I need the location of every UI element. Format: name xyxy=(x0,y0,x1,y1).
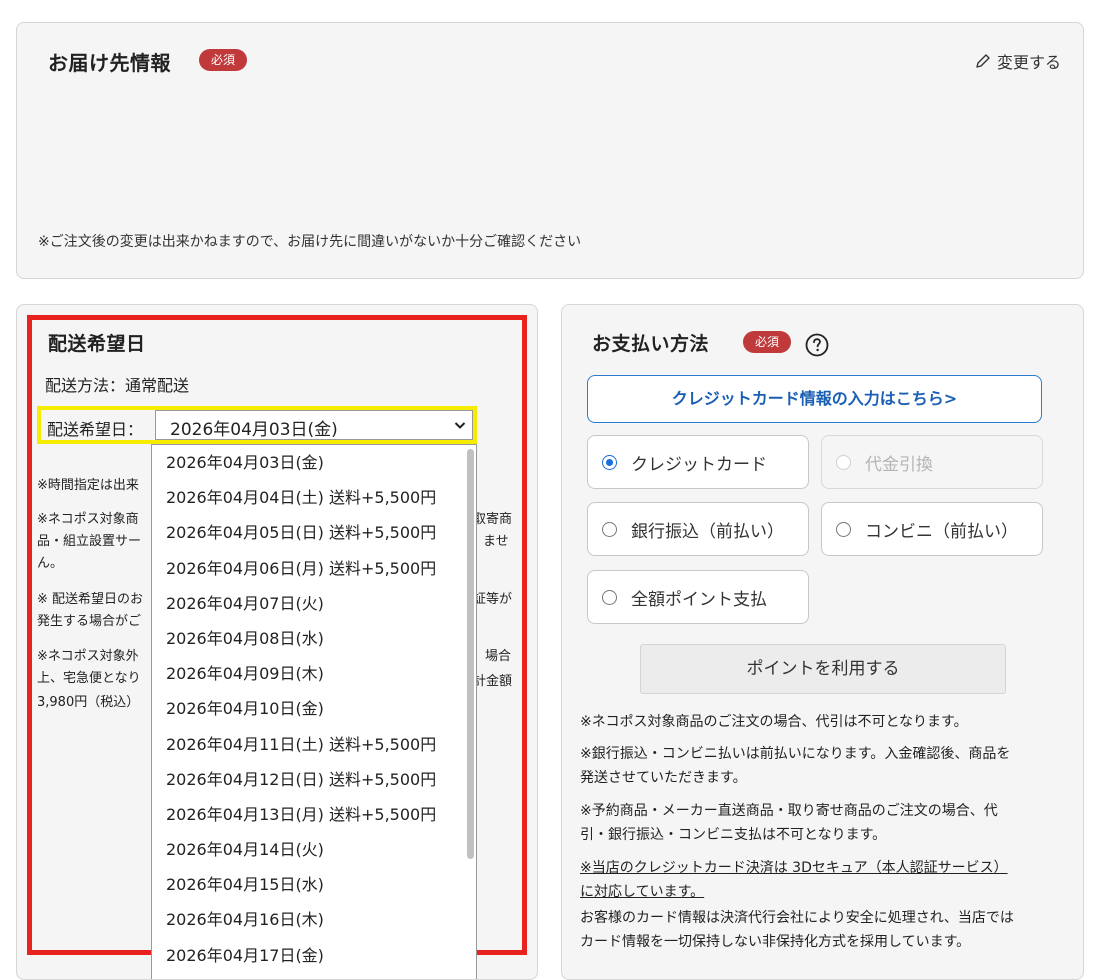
payment-note-line: ※ネコポス対象商品のご注文の場合、代引は不可となります。 xyxy=(580,714,968,730)
payment-note-line: カード情報を一切保持しない非保持化方式を採用しています。 xyxy=(580,934,971,950)
change-address-label: 変更する xyxy=(996,53,1061,72)
delivery-date-option[interactable]: 2026年04月17日(金) xyxy=(152,938,476,973)
question-circle-icon[interactable] xyxy=(805,333,829,357)
payment-note-line: ※銀行振込・コンビニ払いは前払いになります。入金確認後、商品を xyxy=(580,746,1011,762)
delivery-date-option[interactable]: 2026年04月13日(月) 送料+5,500円 xyxy=(152,797,476,832)
payment-option-label: 代金引換 xyxy=(865,454,933,475)
delivery-date-option[interactable]: 2026年04月05日(日) 送料+5,500円 xyxy=(152,515,476,550)
payment-option-bank-transfer[interactable]: 銀行振込（前払い） xyxy=(587,502,809,556)
required-badge: 必須 xyxy=(743,331,792,353)
payment-note-line: 発送させていただきます。 xyxy=(580,770,747,786)
radio-icon xyxy=(836,454,851,470)
shipping-info-title: お届け先情報 xyxy=(48,51,171,75)
payment-note-line: お客様のカード情報は決済代行会社により安全に処理され、当店では xyxy=(580,910,1014,926)
required-badge: 必須 xyxy=(199,49,248,71)
delivery-date-option[interactable]: 2026年04月09日(木) xyxy=(152,656,476,691)
delivery-date-option[interactable]: 2026年04月15日(水) xyxy=(152,867,476,902)
payment-option-label: 全額ポイント支払 xyxy=(631,589,767,610)
change-address-link[interactable]: 変更する xyxy=(973,49,1061,73)
payment-security-link[interactable]: ※当店のクレジットカード決済は 3Dセキュア（本人認証サービス） xyxy=(580,856,1008,880)
delivery-date-label: 配送希望日： xyxy=(47,420,144,439)
use-points-button[interactable]: ポイントを利用する xyxy=(640,644,1006,694)
delivery-date-option[interactable]: 2026年04月10日(金) xyxy=(152,691,476,726)
delivery-date-option[interactable]: 2026年04月03日(金) xyxy=(152,445,476,480)
payment-security-link[interactable]: に対応しています。 xyxy=(580,880,704,904)
delivery-date-option[interactable]: 2026年04月07日(火) xyxy=(152,586,476,621)
delivery-date-field: 配送希望日： 2026年04月03日(金) xyxy=(37,406,477,444)
delivery-date-option[interactable]: 2026年04月12日(日) 送料+5,500円 xyxy=(152,762,476,797)
radio-icon xyxy=(602,521,617,537)
chevron-down-icon xyxy=(454,422,466,429)
payment-note-line: ※予約商品・メーカー直送商品・取り寄せ商品のご注文の場合、代 xyxy=(580,803,998,819)
credit-card-input-button[interactable]: クレジットカード情報の入力はこちら> xyxy=(587,375,1042,423)
delivery-date-dropdown-list[interactable]: 2026年04月03日(金) 2026年04月04日(土) 送料+5,500円 … xyxy=(151,444,477,979)
radio-checked-icon xyxy=(602,454,617,470)
payment-option-label: 銀行振込（前払い） xyxy=(631,521,784,542)
pencil-icon xyxy=(976,54,990,68)
delivery-date-option[interactable]: 2026年04月11日(土) 送料+5,500円 xyxy=(152,727,476,762)
delivery-date-option[interactable]: 2026年04月16日(木) xyxy=(152,902,476,937)
payment-option-credit-card[interactable]: クレジットカード xyxy=(587,435,809,489)
payment-note-line: 引・銀行振込・コンビニ支払は不可となります。 xyxy=(580,827,887,843)
payment-option-label: コンビニ（前払い） xyxy=(865,521,1018,542)
payment-option-full-points[interactable]: 全額ポイント支払 xyxy=(587,570,809,624)
delivery-date-option[interactable]: 2026年04月14日(火) xyxy=(152,832,476,867)
dropdown-scrollbar[interactable] xyxy=(467,449,474,859)
payment-option-convenience-store[interactable]: コンビニ（前払い） xyxy=(821,502,1043,556)
shipping-info-note: ※ご注文後の変更は出来かねますので、お届け先に間違いがないか十分ご確認ください xyxy=(38,234,582,250)
radio-icon xyxy=(836,521,851,537)
payment-title: お支払い方法 xyxy=(592,333,710,355)
delivery-date-card: 配送希望日 配送方法：通常配送 ※時間指定は出来 ※ネコポス対象商 品・組立設置… xyxy=(16,304,538,980)
delivery-date-option[interactable]: 2026年04月04日(土) 送料+5,500円 xyxy=(152,480,476,515)
payment-option-cod: 代金引換 xyxy=(821,435,1043,489)
shipping-info-card: お届け先情報 必須 変更する ※ご注文後の変更は出来かねますので、お届け先に間違… xyxy=(16,22,1084,279)
delivery-date-option[interactable]: 2026年04月08日(水) xyxy=(152,621,476,656)
payment-method-card: お支払い方法 必須 クレジットカード情報の入力はこちら> クレジットカード 代金… xyxy=(561,304,1084,980)
radio-icon xyxy=(602,589,617,605)
delivery-date-select[interactable]: 2026年04月03日(金) xyxy=(155,410,473,440)
delivery-date-selected-value: 2026年04月03日(金) xyxy=(170,420,338,440)
payment-option-label: クレジットカード xyxy=(631,454,767,475)
delivery-date-option[interactable]: 2026年04月06日(月) 送料+5,500円 xyxy=(152,551,476,586)
